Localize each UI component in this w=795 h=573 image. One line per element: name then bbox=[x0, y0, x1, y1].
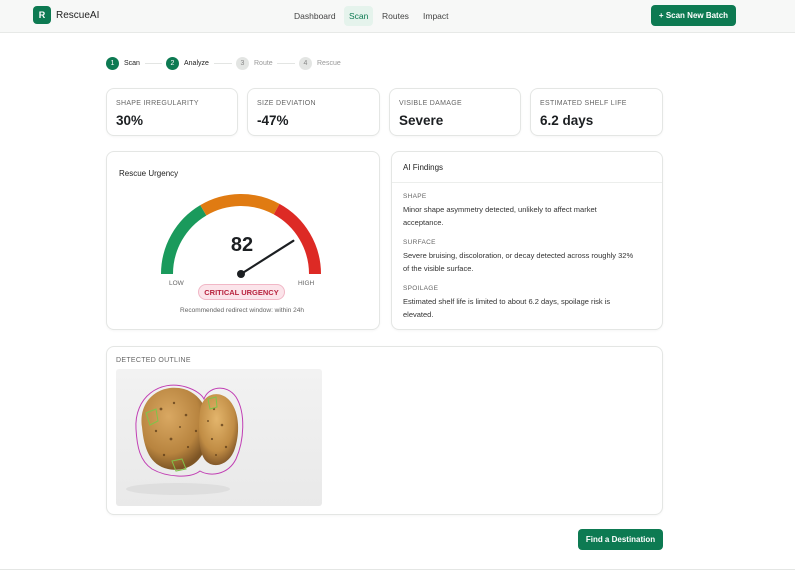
step-analyze[interactable]: 2 Analyze bbox=[166, 56, 209, 70]
metric-label: VISIBLE DAMAGE bbox=[399, 100, 462, 107]
findings-title: AI Findings bbox=[403, 163, 444, 172]
metric-card-size-deviation: SIZE DEVIATION -47% bbox=[247, 88, 380, 136]
step-connector bbox=[145, 63, 162, 64]
gauge-low-label: LOW bbox=[169, 280, 184, 287]
nav-impact[interactable]: Impact bbox=[418, 6, 454, 26]
metric-card-shape-irregularity: SHAPE IRREGULARITY 30% bbox=[106, 88, 238, 136]
step-rescue[interactable]: 4 Rescue bbox=[299, 56, 341, 70]
gauge-high-label: HIGH bbox=[298, 280, 315, 287]
gauge-hub bbox=[237, 270, 245, 278]
potato-right bbox=[198, 394, 239, 466]
step-label: Scan bbox=[124, 59, 140, 67]
nav-scan[interactable]: Scan bbox=[344, 6, 374, 26]
finding-label-shape: SHAPE bbox=[403, 193, 427, 200]
step-route[interactable]: 3 Route bbox=[236, 56, 273, 70]
outline-title: DETECTED OUTLINE bbox=[116, 357, 191, 364]
detected-outline-card: DETECTED OUTLINE bbox=[106, 346, 663, 515]
step-scan[interactable]: 1 Scan bbox=[106, 56, 140, 70]
metric-value: -47% bbox=[257, 113, 289, 128]
metric-label: SIZE DEVIATION bbox=[257, 100, 316, 107]
step-label: Route bbox=[254, 59, 273, 67]
step-number: 2 bbox=[166, 56, 179, 70]
step-connector bbox=[214, 63, 232, 64]
findings-header: AI Findings bbox=[392, 152, 662, 183]
potato-left bbox=[141, 387, 209, 470]
redirect-window-note: Recommended redirect window: within 24h bbox=[180, 307, 304, 314]
finding-line: Minor shape asymmetry detected, unlikely… bbox=[403, 205, 597, 214]
ai-findings-card: AI Findings SHAPE Minor shape asymmetry … bbox=[391, 151, 663, 330]
logo-icon[interactable]: R bbox=[33, 6, 51, 24]
step-label: Analyze bbox=[184, 59, 209, 67]
step-number: 3 bbox=[236, 56, 249, 70]
finding-line: of the visible surface. bbox=[403, 264, 474, 273]
metric-label: ESTIMATED SHELF LIFE bbox=[540, 100, 627, 107]
finding-label-surface: SURFACE bbox=[403, 239, 436, 246]
finding-line: Estimated shelf life is limited to about… bbox=[403, 297, 611, 306]
metric-card-shelf-life: ESTIMATED SHELF LIFE 6.2 days bbox=[530, 88, 663, 136]
finding-line: acceptance. bbox=[403, 218, 444, 227]
urgency-score: 82 bbox=[230, 234, 254, 256]
finding-label-spoilage: SPOILAGE bbox=[403, 285, 439, 292]
metric-card-visible-damage: VISIBLE DAMAGE Severe bbox=[389, 88, 521, 136]
scan-new-batch-button[interactable]: + Scan New Batch bbox=[651, 5, 736, 26]
gauge-arc-low bbox=[161, 205, 207, 275]
finding-text-shape: Minor shape asymmetry detected, unlikely… bbox=[403, 203, 653, 229]
nav-dashboard[interactable]: Dashboard bbox=[289, 6, 341, 26]
metric-value: Severe bbox=[399, 113, 444, 128]
metric-value: 6.2 days bbox=[540, 113, 594, 128]
urgency-status-badge: CRITICAL URGENCY bbox=[198, 284, 285, 300]
step-label: Rescue bbox=[317, 59, 341, 67]
metric-label: SHAPE IRREGULARITY bbox=[116, 100, 199, 107]
finding-line: elevated. bbox=[403, 310, 434, 319]
step-number: 1 bbox=[106, 56, 119, 70]
shadow bbox=[126, 483, 230, 495]
gauge-arc-mid bbox=[200, 194, 280, 216]
bottom-divider bbox=[0, 569, 795, 570]
gauge-arc-high bbox=[273, 203, 321, 275]
potato-image bbox=[126, 384, 244, 495]
metric-value: 30% bbox=[116, 113, 144, 128]
finding-text-spoilage: Estimated shelf life is limited to about… bbox=[403, 295, 653, 321]
find-destination-button[interactable]: Find a Destination bbox=[578, 529, 663, 550]
step-number: 4 bbox=[299, 56, 312, 70]
brand-name[interactable]: RescueAI bbox=[56, 10, 99, 21]
top-navbar: R RescueAI Dashboard Scan Routes Impact … bbox=[0, 0, 795, 33]
finding-text-surface: Severe bruising, discoloration, or decay… bbox=[403, 249, 653, 275]
urgency-title: Rescue Urgency bbox=[119, 169, 179, 178]
nav-routes[interactable]: Routes bbox=[377, 6, 414, 26]
potato-photo-icon bbox=[116, 369, 322, 506]
finding-line: Severe bruising, discoloration, or decay… bbox=[403, 251, 634, 260]
step-connector bbox=[277, 63, 295, 64]
